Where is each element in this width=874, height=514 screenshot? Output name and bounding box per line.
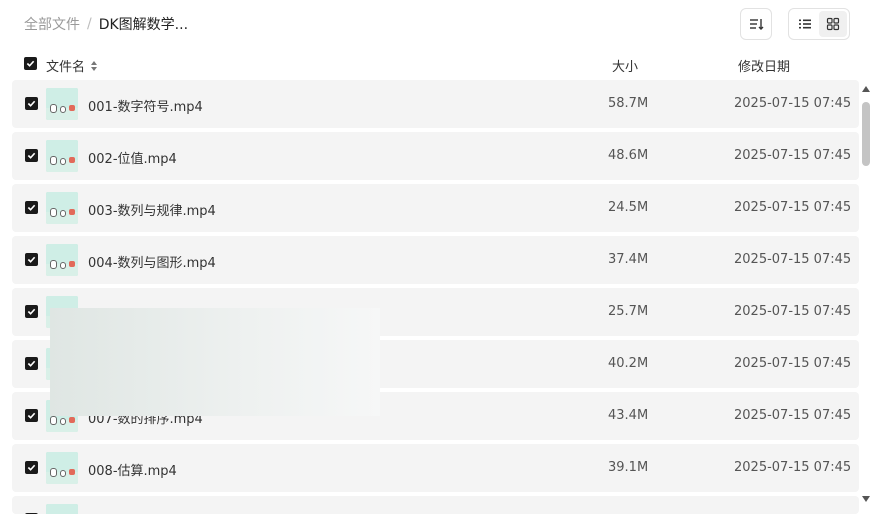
video-thumbnail: [46, 452, 78, 484]
row-checkbox[interactable]: [25, 357, 38, 370]
file-name[interactable]: 001-数字符号.mp4: [88, 96, 203, 115]
breadcrumb-current: DK图解数学...: [98, 17, 189, 33]
row-checkbox[interactable]: [25, 461, 38, 474]
check-icon: [27, 464, 36, 471]
file-size: 48.6M: [608, 148, 649, 163]
file-size: 58.7M: [608, 96, 649, 111]
row-checkbox[interactable]: [25, 409, 38, 422]
sort-icon: [750, 19, 764, 30]
file-modified-date: 2025-07-15 07:45: [734, 356, 852, 371]
check-icon: [26, 60, 35, 67]
file-name[interactable]: 002-位值.mp4: [88, 148, 177, 167]
file-size: 37.4M: [608, 252, 649, 267]
file-list-header: 文件名 大小 修改日期: [12, 50, 859, 78]
column-header-modified[interactable]: 修改日期: [738, 56, 790, 75]
file-row[interactable]: 003-数列与规律.mp4 24.5M 2025-07-15 07:45: [12, 184, 859, 232]
file-size: 39.1M: [608, 460, 649, 475]
file-modified-date: 2025-07-15 07:45: [734, 148, 852, 163]
file-name[interactable]: 008-估算.mp4: [88, 460, 177, 479]
sort-button[interactable]: [740, 8, 772, 40]
scroll-thumb[interactable]: [862, 102, 870, 166]
check-icon: [27, 204, 36, 211]
row-checkbox[interactable]: [25, 97, 38, 110]
view-toggle: [788, 8, 850, 40]
grid-view-button[interactable]: [819, 11, 847, 37]
row-checkbox[interactable]: [25, 253, 38, 266]
list-view-button[interactable]: [791, 11, 819, 37]
file-row[interactable]: 008-估算.mp4 39.1M 2025-07-15 07:45: [12, 444, 859, 492]
video-thumbnail: [46, 244, 78, 276]
file-modified-date: 2025-07-15 07:45: [734, 460, 852, 475]
check-icon: [27, 256, 36, 263]
file-row[interactable]: [12, 496, 859, 514]
column-header-name[interactable]: 文件名: [46, 56, 99, 75]
file-size: 25.7M: [608, 304, 649, 319]
row-checkbox[interactable]: [25, 305, 38, 318]
video-thumbnail: [46, 192, 78, 224]
scroll-up-icon[interactable]: [862, 86, 870, 92]
check-icon: [27, 100, 36, 107]
video-thumbnail: [46, 504, 78, 514]
file-modified-date: 2025-07-15 07:45: [734, 96, 852, 111]
row-checkbox[interactable]: [25, 201, 38, 214]
check-icon: [27, 308, 36, 315]
video-thumbnail: [46, 140, 78, 172]
check-icon: [27, 360, 36, 367]
grid-view-icon: [826, 17, 840, 31]
video-thumbnail: [46, 88, 78, 120]
file-row[interactable]: 001-数字符号.mp4 58.7M 2025-07-15 07:45: [12, 80, 859, 128]
check-icon: [27, 412, 36, 419]
file-modified-date: 2025-07-15 07:45: [734, 304, 852, 319]
breadcrumb-root-link[interactable]: 全部文件: [24, 14, 80, 34]
vertical-scrollbar[interactable]: [860, 86, 872, 510]
column-name-label: 文件名: [46, 60, 86, 75]
file-size: 40.2M: [608, 356, 649, 371]
file-row[interactable]: 002-位值.mp4 48.6M 2025-07-15 07:45: [12, 132, 859, 180]
breadcrumb: 全部文件 / DK图解数学...: [24, 14, 188, 34]
file-row[interactable]: 004-数列与图形.mp4 37.4M 2025-07-15 07:45: [12, 236, 859, 284]
row-checkbox[interactable]: [25, 149, 38, 162]
list-view-icon: [799, 19, 811, 29]
file-name[interactable]: 004-数列与图形.mp4: [88, 252, 216, 271]
breadcrumb-separator: /: [87, 16, 92, 32]
check-icon: [27, 152, 36, 159]
file-size: 43.4M: [608, 408, 649, 423]
file-modified-date: 2025-07-15 07:45: [734, 408, 852, 423]
scroll-down-icon[interactable]: [862, 496, 870, 502]
select-all-checkbox[interactable]: [24, 57, 37, 70]
file-size: 24.5M: [608, 200, 649, 215]
file-modified-date: 2025-07-15 07:45: [734, 252, 852, 267]
redaction-overlay: [50, 308, 380, 416]
file-modified-date: 2025-07-15 07:45: [734, 200, 852, 215]
column-header-size[interactable]: 大小: [612, 56, 638, 75]
file-name[interactable]: 003-数列与规律.mp4: [88, 200, 216, 219]
sort-updown-icon: [91, 60, 98, 71]
